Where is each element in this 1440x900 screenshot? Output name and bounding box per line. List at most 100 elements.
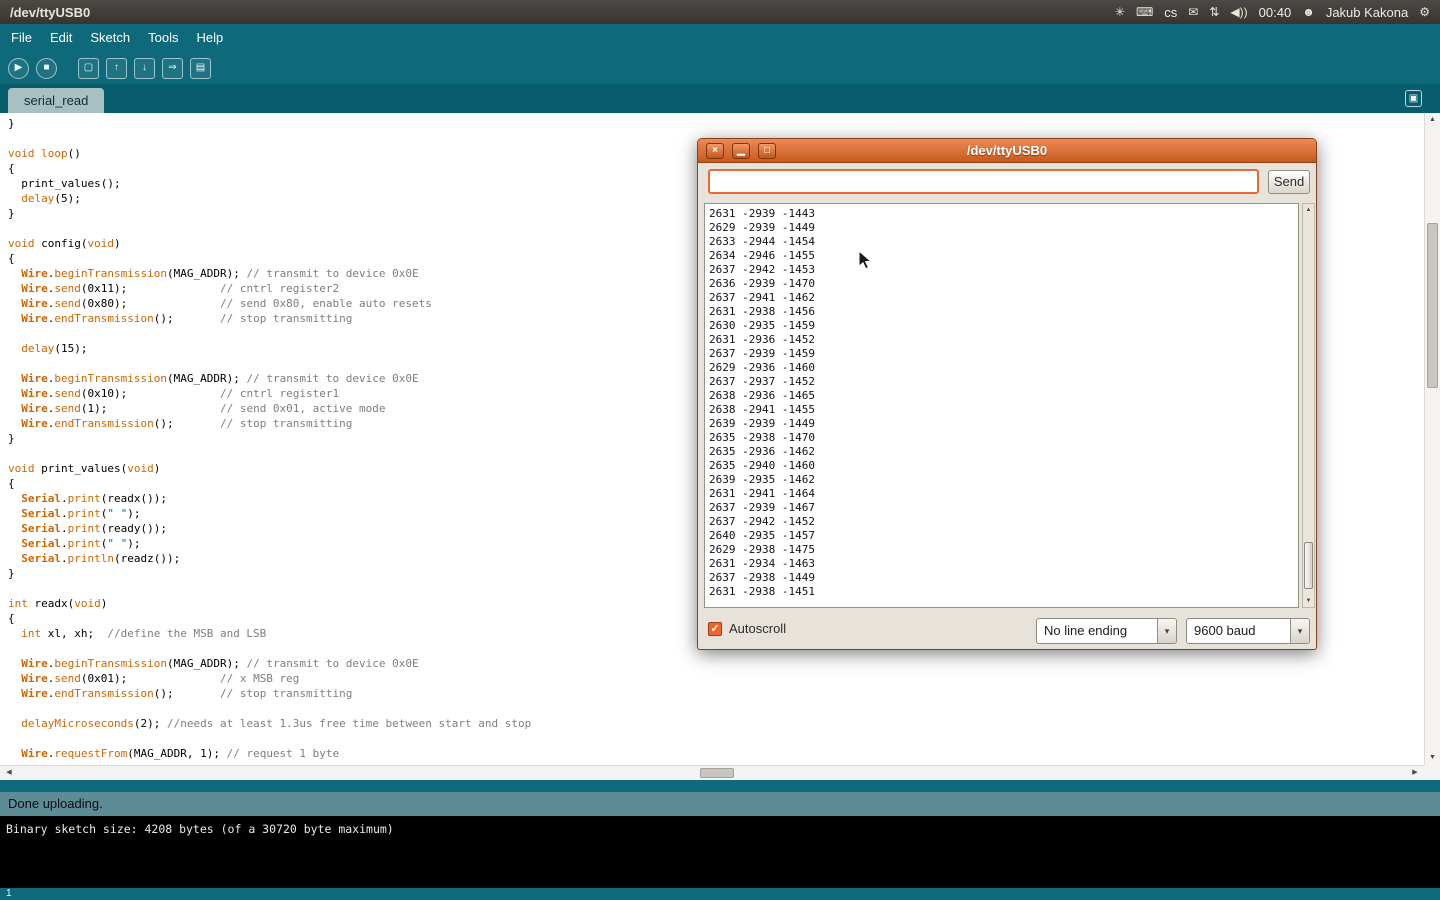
build-console: Binary sketch size: 4208 bytes (of a 307… xyxy=(0,816,1440,888)
send-button[interactable]: Send xyxy=(1268,170,1310,194)
serial-output-line: 2637 -2939 -1467 xyxy=(709,501,1294,515)
serial-output-line: 2635 -2938 -1470 xyxy=(709,431,1294,445)
scrollbar-corner xyxy=(1424,765,1440,780)
new-sketch-button[interactable]: ▢ xyxy=(78,58,99,79)
serial-output-line: 2637 -2937 -1452 xyxy=(709,375,1294,389)
serial-monitor-controls: ✓ Autoscroll No line ending ▾ 9600 baud … xyxy=(698,613,1316,649)
menu-tools[interactable]: Tools xyxy=(139,24,187,52)
code-line: Wire.endTransmission(); // stop transmit… xyxy=(8,686,1424,701)
network-traffic-icon[interactable]: ⇅ xyxy=(1209,5,1219,19)
serial-output-line: 2639 -2935 -1462 xyxy=(709,473,1294,487)
tab-bar: serial_read ▣ xyxy=(0,84,1440,113)
bluetooth-icon[interactable]: ✳ xyxy=(1115,5,1125,19)
baud-rate-dropdown[interactable]: 9600 baud ▾ xyxy=(1186,618,1310,644)
status-text: Done uploading. xyxy=(8,796,103,811)
menu-sketch[interactable]: Sketch xyxy=(81,24,139,52)
serial-output-line: 2630 -2935 -1459 xyxy=(709,319,1294,333)
serial-output-line: 2637 -2942 -1453 xyxy=(709,263,1294,277)
scroll-left-icon[interactable]: ◀ xyxy=(2,766,16,780)
serial-output-line: 2635 -2940 -1460 xyxy=(709,459,1294,473)
mouse-cursor xyxy=(858,250,874,277)
scroll-down-icon[interactable]: ▼ xyxy=(1425,751,1440,765)
maximize-icon[interactable]: □ xyxy=(758,143,776,159)
serial-output-line: 2639 -2939 -1449 xyxy=(709,417,1294,431)
code-line xyxy=(8,701,1424,716)
username-label[interactable]: Jakub Kakona xyxy=(1326,5,1408,20)
serial-output-line: 2631 -2934 -1463 xyxy=(709,557,1294,571)
user-icon[interactable]: ☻ xyxy=(1302,5,1315,19)
desktop-top-panel: /dev/ttyUSB0 ✳ ⌨ cs ✉ ⇅ ◀)) 00:40 ☻ Jakub Kakona… xyxy=(0,0,1440,24)
serial-output-line: 2637 -2938 -1449 xyxy=(709,571,1294,585)
stop-button[interactable]: ■ xyxy=(36,58,57,79)
serial-output-line: 2631 -2938 -1451 xyxy=(709,585,1294,599)
scroll-up-icon[interactable]: ▲ xyxy=(1425,113,1440,127)
save-sketch-button[interactable]: ↓ xyxy=(134,58,155,79)
menu-bar: FileEditSketchToolsHelp xyxy=(0,24,1440,52)
code-line: Wire.requestFrom(MAG_ADDR, 1); // reques… xyxy=(8,746,1424,761)
indicator-area: ✳ ⌨ cs ✉ ⇅ ◀)) 00:40 ☻ Jakub Kakona ⚙ xyxy=(1115,5,1430,20)
chevron-down-icon[interactable]: ▾ xyxy=(1290,619,1309,643)
serial-output-scrollbar[interactable]: ▲ ▼ xyxy=(1302,203,1315,608)
upload-button[interactable]: ⇒ xyxy=(162,58,183,79)
editor-horizontal-scrollbar[interactable]: ◀ ▶ xyxy=(0,765,1424,780)
scroll-down-icon[interactable]: ▼ xyxy=(1303,595,1314,607)
code-line xyxy=(8,731,1424,746)
keyboard-layout-label[interactable]: cs xyxy=(1164,5,1177,20)
code-line: delayMicroseconds(2); //needs at least 1… xyxy=(8,716,1424,731)
scroll-up-icon[interactable]: ▲ xyxy=(1303,204,1314,216)
minimize-icon[interactable]: ▁ xyxy=(732,143,750,159)
serial-monitor-titlebar[interactable]: × ▁ □ /dev/ttyUSB0 xyxy=(698,139,1316,163)
volume-icon[interactable]: ◀)) xyxy=(1230,5,1247,19)
serial-monitor-window: × ▁ □ /dev/ttyUSB0 Send 2631 -2939 -1443… xyxy=(697,138,1317,650)
status-divider xyxy=(0,780,1440,792)
serial-monitor-title: /dev/ttyUSB0 xyxy=(698,139,1316,163)
serial-output-line: 2631 -2938 -1456 xyxy=(709,305,1294,319)
serial-output-line: 2634 -2946 -1455 xyxy=(709,249,1294,263)
tab-menu-icon[interactable]: ▣ xyxy=(1405,90,1422,107)
menu-edit[interactable]: Edit xyxy=(41,24,81,52)
serial-output-line: 2629 -2938 -1475 xyxy=(709,543,1294,557)
serial-output-line: 2633 -2944 -1454 xyxy=(709,235,1294,249)
autoscroll-checkbox[interactable]: ✓ xyxy=(708,622,722,636)
serial-output-line: 2636 -2939 -1470 xyxy=(709,277,1294,291)
serial-output-line: 2635 -2936 -1462 xyxy=(709,445,1294,459)
mail-icon[interactable]: ✉ xyxy=(1188,5,1198,19)
menu-file[interactable]: File xyxy=(2,24,41,52)
line-ending-dropdown[interactable]: No line ending ▾ xyxy=(1036,618,1177,644)
serial-output-line: 2637 -2941 -1462 xyxy=(709,291,1294,305)
serial-monitor-button[interactable]: ▤ xyxy=(190,58,211,79)
toolbar: ▶ ■ ▢ ↑ ↓ ⇒ ▤ xyxy=(0,52,1440,84)
tab-serial-read[interactable]: serial_read xyxy=(8,88,104,113)
editor-vertical-scrollbar-thumb[interactable] xyxy=(1427,223,1438,388)
serial-output-line: 2637 -2942 -1452 xyxy=(709,515,1294,529)
line-number-bar: 1 xyxy=(0,888,1440,900)
serial-output-line: 2629 -2936 -1460 xyxy=(709,361,1294,375)
editor-vertical-scrollbar[interactable]: ▲ ▼ xyxy=(1424,113,1440,765)
chevron-down-icon[interactable]: ▾ xyxy=(1157,619,1176,643)
open-sketch-button[interactable]: ↑ xyxy=(106,58,127,79)
serial-send-input[interactable] xyxy=(708,169,1259,194)
console-line: Binary sketch size: 4208 bytes (of a 307… xyxy=(6,822,1434,837)
active-window-title: /dev/ttyUSB0 xyxy=(10,5,90,20)
verify-button[interactable]: ▶ xyxy=(8,58,29,79)
scroll-right-icon[interactable]: ▶ xyxy=(1408,766,1422,780)
close-icon[interactable]: × xyxy=(706,143,724,159)
editor-horizontal-scrollbar-thumb[interactable] xyxy=(700,768,734,778)
current-line-number: 1 xyxy=(6,888,12,899)
line-ending-value: No line ending xyxy=(1037,619,1157,643)
keyboard-icon[interactable]: ⌨ xyxy=(1136,5,1153,19)
serial-output-line: 2640 -2935 -1457 xyxy=(709,529,1294,543)
serial-output-line: 2631 -2941 -1464 xyxy=(709,487,1294,501)
serial-output-line: 2638 -2936 -1465 xyxy=(709,389,1294,403)
code-line: } xyxy=(8,116,1424,131)
session-gear-icon[interactable]: ⚙ xyxy=(1419,5,1430,19)
status-bar: Done uploading. xyxy=(0,792,1440,816)
autoscroll-label: Autoscroll xyxy=(729,621,786,636)
baud-rate-value: 9600 baud xyxy=(1187,619,1290,643)
menu-help[interactable]: Help xyxy=(187,24,232,52)
serial-output-area[interactable]: 2631 -2939 -14432629 -2939 -14492633 -29… xyxy=(704,203,1299,608)
clock-label[interactable]: 00:40 xyxy=(1259,5,1292,20)
window-controls: × ▁ □ xyxy=(706,143,776,159)
serial-output-line: 2638 -2941 -1455 xyxy=(709,403,1294,417)
serial-output-scrollbar-thumb[interactable] xyxy=(1304,542,1313,589)
